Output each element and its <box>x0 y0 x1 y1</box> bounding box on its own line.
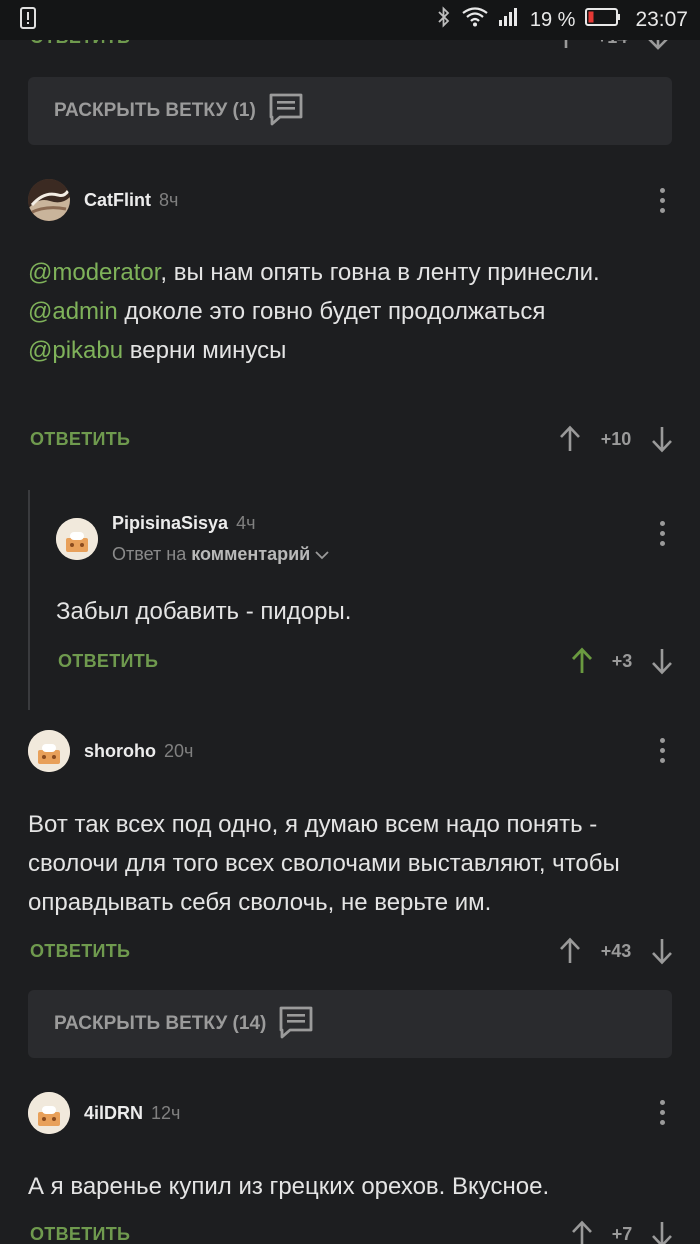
reply-button[interactable]: ОТВЕТИТЬ <box>58 651 158 672</box>
vote-group: +3 <box>570 647 674 675</box>
comment-text-part: верни минусы <box>123 337 287 364</box>
vote-score: +43 <box>600 940 632 961</box>
vote-group: +43 <box>558 937 674 965</box>
upvote-button[interactable] <box>558 425 582 453</box>
clock: 23:07 <box>635 8 688 31</box>
comment-text: Вот так всех под одно, я думаю всем надо… <box>28 811 620 916</box>
comment-text: @moderator, вы нам опять говна в ленту п… <box>28 253 678 370</box>
comment-header: 4ilDRN 12ч <box>28 1092 180 1134</box>
comment-actions: ОТВЕТИТЬ +7 <box>30 1216 674 1244</box>
reply-button[interactable]: ОТВЕТИТЬ <box>30 429 130 450</box>
user-info: PipisinaSisya 4ч Ответ на комментарий <box>112 513 329 565</box>
downvote-button[interactable] <box>650 1220 674 1244</box>
expand-thread-label: РАСКРЫТЬ ВЕТКУ (14) <box>54 1013 267 1034</box>
avatar[interactable] <box>28 179 70 221</box>
username[interactable]: 4ilDRN <box>84 1103 143 1123</box>
mention-link[interactable]: @admin <box>28 298 118 325</box>
expand-thread-button[interactable]: РАСКРЫТЬ ВЕТКУ (1) <box>28 77 672 145</box>
expand-thread-button[interactable]: РАСКРЫТЬ ВЕТКУ (14) <box>28 990 672 1058</box>
comment-actions: ОТВЕТИТЬ +3 <box>58 643 674 679</box>
thread-line <box>28 490 30 710</box>
status-bar: 19 % 23:07 <box>0 0 700 40</box>
more-options-icon[interactable] <box>652 185 672 215</box>
battery-low-icon <box>585 7 621 33</box>
timestamp: 12ч <box>151 1102 181 1123</box>
bluetooth-icon <box>436 6 452 34</box>
user-info: 4ilDRN 12ч <box>84 1103 180 1124</box>
comment-text-part: доколе это говно будет продолжаться <box>117 298 546 325</box>
comment-text: Забыл добавить - пидоры. <box>56 598 352 625</box>
reply-button[interactable]: ОТВЕТИТЬ <box>30 1224 130 1244</box>
chevron-down-icon <box>315 544 329 564</box>
downvote-button[interactable] <box>650 647 674 675</box>
username[interactable]: CatFlint <box>84 190 151 210</box>
reply-to-link[interactable]: Ответ на комментарий <box>112 544 329 565</box>
more-options-icon[interactable] <box>652 518 672 548</box>
avatar[interactable] <box>28 730 70 772</box>
upvote-button[interactable] <box>570 1220 594 1244</box>
timestamp: 8ч <box>159 189 179 210</box>
vote-score: +10 <box>600 428 632 449</box>
mention-link[interactable]: @pikabu <box>28 337 123 364</box>
comment-header: shoroho 20ч <box>28 730 193 772</box>
user-info: shoroho 20ч <box>84 741 193 762</box>
wifi-icon <box>462 7 488 33</box>
more-options-icon[interactable] <box>652 1097 672 1127</box>
reply-to-target: комментарий <box>191 544 311 564</box>
downvote-button[interactable] <box>650 425 674 453</box>
more-options-icon[interactable] <box>652 735 672 765</box>
comment-text: А я варенье купил из грецких орехов. Вку… <box>28 1173 550 1200</box>
downvote-button[interactable] <box>650 937 674 965</box>
username[interactable]: PipisinaSisya <box>112 513 228 533</box>
comments-icon <box>268 92 304 131</box>
comment-text-part: , вы нам опять говна в ленту принесли. <box>160 259 600 286</box>
mention-link[interactable]: @moderator <box>28 259 160 286</box>
reply-to-prefix: Ответ на <box>112 544 187 564</box>
signal-icon <box>498 7 520 33</box>
avatar[interactable] <box>28 1092 70 1134</box>
vote-group: +7 <box>570 1220 674 1244</box>
status-left <box>20 6 36 34</box>
upvote-button[interactable] <box>558 937 582 965</box>
vote-score: +3 <box>611 650 633 671</box>
avatar[interactable] <box>56 518 98 560</box>
notification-alert-icon <box>20 6 36 34</box>
comment-actions: ОТВЕТИТЬ +43 <box>30 933 674 969</box>
battery-percent: 19 % <box>529 8 576 31</box>
comment-actions: ОТВЕТИТЬ +10 <box>30 421 674 457</box>
timestamp: 20ч <box>164 740 194 761</box>
comment-header: CatFlint 8ч <box>28 179 178 221</box>
reply-button[interactable]: ОТВЕТИТЬ <box>30 941 130 962</box>
username[interactable]: shoroho <box>84 741 156 761</box>
user-info: CatFlint 8ч <box>84 190 178 211</box>
vote-score: +7 <box>611 1223 633 1244</box>
comment-header: PipisinaSisya 4ч Ответ на комментарий <box>56 513 329 565</box>
screen: 19 % 23:07 ОТВЕТИТЬ +14 РАСКРЫТЬ В <box>0 0 700 1244</box>
vote-group: +10 <box>558 425 674 453</box>
expand-thread-label: РАСКРЫТЬ ВЕТКУ (1) <box>54 100 256 121</box>
status-right: 19 % 23:07 <box>436 6 688 34</box>
timestamp: 4ч <box>236 513 256 533</box>
comments-icon <box>278 1005 314 1044</box>
upvote-button-active[interactable] <box>570 647 594 675</box>
